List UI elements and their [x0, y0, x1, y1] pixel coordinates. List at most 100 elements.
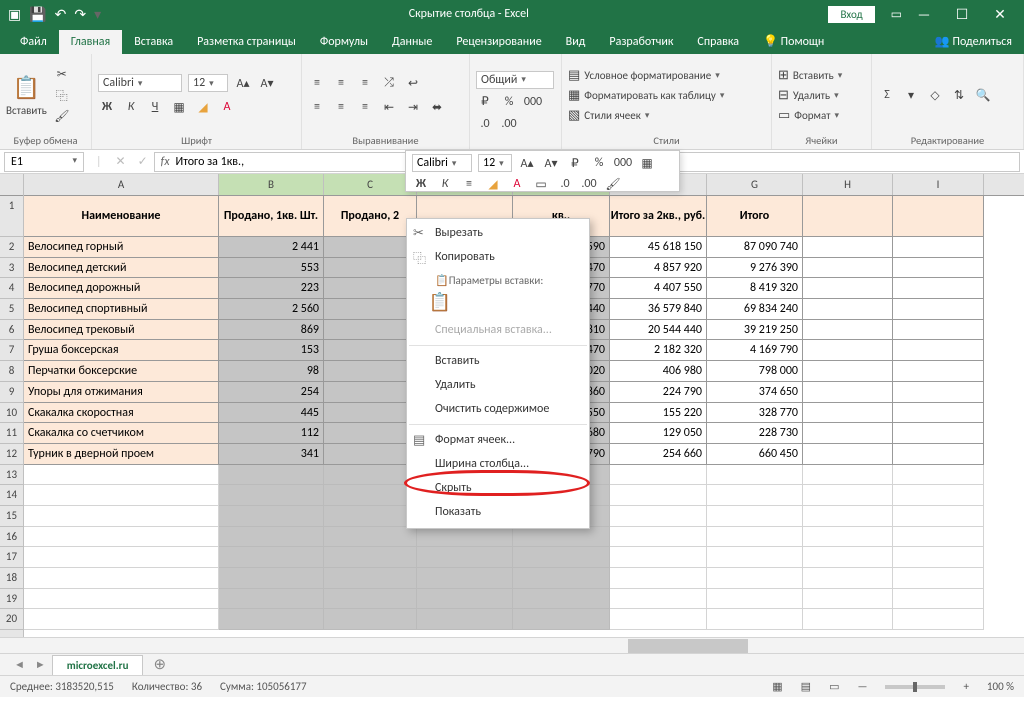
cell[interactable]: 9 276 390 — [707, 258, 803, 279]
select-all-corner[interactable] — [0, 174, 23, 196]
row-header[interactable]: 20 — [0, 609, 23, 630]
cell[interactable] — [707, 506, 803, 527]
mini-shrink-icon[interactable]: A▾ — [542, 154, 560, 172]
cell[interactable]: 254 — [219, 382, 324, 403]
cell[interactable]: 69 834 240 — [707, 299, 803, 320]
cell[interactable]: 228 730 — [707, 423, 803, 444]
cell[interactable] — [324, 278, 417, 299]
add-sheet-button[interactable]: ⊕ — [145, 653, 174, 676]
conditional-fmt[interactable]: ▤Условное форматирование ▾ — [568, 68, 724, 83]
ctx-show[interactable]: Показать — [407, 500, 589, 524]
cell[interactable] — [24, 527, 219, 548]
cell[interactable] — [707, 465, 803, 486]
cell[interactable]: Велосипед спортивный — [24, 299, 219, 320]
cell[interactable] — [803, 547, 893, 568]
cell[interactable]: 254 660 — [610, 444, 707, 465]
cell[interactable] — [803, 485, 893, 506]
cell[interactable] — [893, 258, 984, 279]
cell[interactable] — [707, 527, 803, 548]
number-format[interactable]: Общий▾ — [476, 71, 554, 89]
cell[interactable]: 328 770 — [707, 403, 803, 424]
cell[interactable] — [893, 609, 984, 630]
ctx-cut[interactable]: ✂Вырезать — [407, 221, 589, 245]
cell[interactable] — [893, 506, 984, 527]
cell[interactable] — [893, 444, 984, 465]
zoom-slider[interactable] — [885, 685, 945, 689]
cell[interactable] — [610, 609, 707, 630]
login-button[interactable]: Вход — [828, 6, 874, 23]
align-center-icon[interactable]: ≡ — [332, 98, 350, 116]
cell[interactable] — [803, 465, 893, 486]
cell[interactable] — [893, 527, 984, 548]
cell[interactable] — [324, 258, 417, 279]
cell[interactable] — [417, 527, 513, 548]
row-header[interactable]: 3 — [0, 258, 23, 279]
mini-decinc-icon[interactable]: .0 — [556, 175, 574, 193]
cell[interactable] — [219, 547, 324, 568]
cell[interactable] — [219, 589, 324, 610]
cell[interactable]: 4 407 550 — [610, 278, 707, 299]
row-header[interactable]: 6 — [0, 320, 23, 341]
format-as-table[interactable]: ▦Форматировать как таблицу ▾ — [568, 88, 724, 103]
font-name[interactable]: Calibri▾ — [98, 74, 182, 92]
cell[interactable] — [893, 403, 984, 424]
cell[interactable] — [893, 423, 984, 444]
cell[interactable]: 553 — [219, 258, 324, 279]
row-header[interactable]: 4 — [0, 278, 23, 299]
cell[interactable] — [893, 382, 984, 403]
cell[interactable] — [324, 423, 417, 444]
cell[interactable]: 2 — [324, 299, 417, 320]
cell[interactable] — [417, 609, 513, 630]
name-box[interactable]: E1▾ — [4, 152, 84, 172]
cell[interactable] — [513, 527, 610, 548]
cell[interactable] — [324, 320, 417, 341]
cell[interactable]: 406 980 — [610, 361, 707, 382]
cut-icon[interactable]: ✂ — [53, 65, 71, 83]
cell[interactable] — [803, 320, 893, 341]
orientation-icon[interactable]: ⤮ — [380, 74, 398, 92]
cell[interactable] — [803, 340, 893, 361]
cell[interactable]: 36 579 840 — [610, 299, 707, 320]
cell[interactable] — [707, 568, 803, 589]
cell[interactable] — [893, 485, 984, 506]
indent-inc-icon[interactable]: ⇥ — [404, 98, 422, 116]
tab-formulas[interactable]: Формулы — [308, 30, 380, 54]
cell[interactable]: Велосипед трековый — [24, 320, 219, 341]
cell[interactable] — [803, 278, 893, 299]
cell[interactable] — [610, 547, 707, 568]
underline-button[interactable]: Ч — [146, 98, 164, 116]
cell[interactable]: Велосипед дорожный — [24, 278, 219, 299]
cell[interactable] — [803, 361, 893, 382]
cell[interactable] — [893, 589, 984, 610]
cell[interactable]: 2 — [324, 237, 417, 258]
cell[interactable] — [219, 485, 324, 506]
cell[interactable]: Скакалка скоростная — [24, 403, 219, 424]
cell[interactable]: 8 419 320 — [707, 278, 803, 299]
mini-border-icon[interactable]: ▦ — [638, 154, 656, 172]
mini-size[interactable]: 12▾ — [478, 154, 512, 172]
cell[interactable] — [610, 568, 707, 589]
row-header[interactable]: 10 — [0, 403, 23, 424]
mini-currency-icon[interactable]: ₽ — [566, 154, 584, 172]
cell[interactable] — [324, 361, 417, 382]
cell[interactable]: Итого — [707, 196, 803, 237]
insert-cells[interactable]: ⊞Вставить ▾ — [778, 68, 842, 83]
cell[interactable] — [324, 589, 417, 610]
cell[interactable]: 2 441 — [219, 237, 324, 258]
delete-cells[interactable]: ⊟Удалить ▾ — [778, 88, 842, 103]
zoom-level[interactable]: 100 % — [987, 680, 1014, 693]
cell[interactable]: 869 — [219, 320, 324, 341]
row-header[interactable]: 18 — [0, 568, 23, 589]
cell[interactable] — [417, 568, 513, 589]
cell[interactable] — [610, 527, 707, 548]
cell[interactable]: Упоры для отжимания — [24, 382, 219, 403]
cell[interactable]: 223 — [219, 278, 324, 299]
qa-more-icon[interactable]: ▾ — [94, 6, 101, 23]
col-header[interactable]: I — [893, 174, 984, 195]
mini-fill-icon[interactable]: ◢ — [484, 175, 502, 193]
format-cells[interactable]: ▭Формат ▾ — [778, 108, 842, 123]
cell[interactable] — [324, 527, 417, 548]
grow-font-icon[interactable]: A▴ — [234, 74, 252, 92]
cell[interactable] — [803, 527, 893, 548]
row-header[interactable]: 15 — [0, 506, 23, 527]
